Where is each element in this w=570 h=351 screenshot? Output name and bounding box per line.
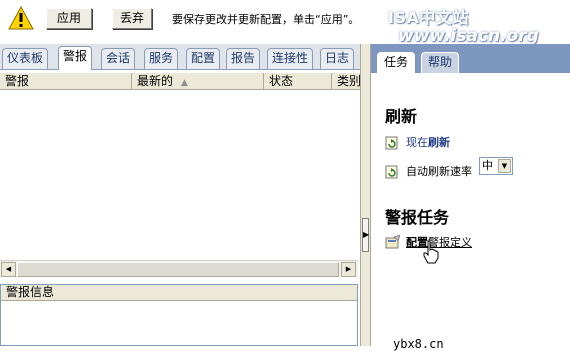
auto-refresh-rate-value: 中 xyxy=(482,159,493,172)
column-alert[interactable]: 警报 xyxy=(0,73,132,90)
scroll-left-button[interactable]: ◀ xyxy=(1,262,16,277)
dropdown-arrow-icon: ▼ xyxy=(498,159,511,173)
scroll-right-button[interactable]: ▶ xyxy=(341,262,356,277)
column-status[interactable]: 状态 xyxy=(264,73,332,90)
column-category-label: 类别 xyxy=(337,74,360,88)
auto-refresh-task-icon xyxy=(385,165,398,179)
refresh-section-title: 刷新 xyxy=(385,107,418,126)
column-alert-label: 警报 xyxy=(5,74,30,88)
tab-alerts[interactable]: 警报 xyxy=(58,46,93,70)
alert-tasks-section-title: 警报任务 xyxy=(385,208,450,227)
refresh-now-bold-text: 刷新 xyxy=(428,136,450,149)
alert-info-title: 警报信息 xyxy=(1,285,357,301)
alerts-column-header: 警报 最新的 ▲ 状态 类别 xyxy=(0,73,360,90)
tab-services[interactable]: 服务 xyxy=(144,48,179,69)
tab-logging[interactable]: 日志 xyxy=(320,48,355,69)
watermark-url: www.isacn.org xyxy=(398,26,539,46)
refresh-now-link[interactable]: 现在刷新 xyxy=(406,134,450,150)
configure-alerts-icon xyxy=(385,235,401,249)
tab-tasks[interactable]: 任务 xyxy=(377,52,416,73)
alerts-list[interactable] xyxy=(0,90,360,260)
apply-button[interactable]: 应用 xyxy=(46,8,92,29)
auto-refresh-rate-select[interactable]: 中 ▼ xyxy=(479,157,513,175)
tab-dashboard[interactable]: 仪表板 xyxy=(2,48,49,69)
taskpane-body: 刷新 现在刷新 自动刷新速率 中 ▼ 警报任务 配置警报定义 ybx8.cn xyxy=(371,73,570,351)
tab-reports[interactable]: 报告 xyxy=(226,48,261,69)
alerts-horizontal-scrollbar[interactable]: ◀ ▶ xyxy=(0,260,358,277)
tab-connectivity[interactable]: 连接性 xyxy=(267,48,314,69)
collapse-taskpane-button[interactable]: ▶ xyxy=(362,218,369,252)
tab-sessions[interactable]: 会话 xyxy=(101,48,136,69)
details-pane: 仪表板 警报 会话 服务 配置 报告 连接性 日志 警报 最新的 ▲ 状态 类别 … xyxy=(0,44,360,346)
alert-info-panel: 警报信息 xyxy=(0,284,358,346)
discard-button[interactable]: 丢弃 xyxy=(112,8,152,29)
column-latest[interactable]: 最新的 ▲ xyxy=(132,73,264,90)
apply-message: 要保存更改并更新配置，单击“应用”。 xyxy=(172,13,360,26)
collapse-arrow-icon: ▶ xyxy=(363,230,370,239)
auto-refresh-label: 自动刷新速率 xyxy=(406,165,472,178)
pane-splitter[interactable]: ▶ xyxy=(360,44,371,346)
warning-icon xyxy=(8,6,34,30)
column-category[interactable]: 类别 xyxy=(332,73,360,90)
sort-ascending-icon: ▲ xyxy=(181,78,188,88)
column-latest-label: 最新的 xyxy=(137,74,174,88)
taskpane-tabstrip: 任务 帮助 xyxy=(371,44,570,73)
column-status-label: 状态 xyxy=(269,74,294,88)
main-tabstrip: 仪表板 警报 会话 服务 配置 报告 连接性 日志 xyxy=(0,44,360,70)
tab-configuration[interactable]: 配置 xyxy=(186,48,221,69)
refresh-task-icon xyxy=(385,136,398,150)
task-pane: 任务 帮助 刷新 现在刷新 自动刷新速率 中 ▼ 警报任务 配置警报定义 ybx… xyxy=(371,44,570,351)
apply-changes-bar: 应用 丢弃 要保存更改并更新配置，单击“应用”。 ISA中文站 www.isac… xyxy=(0,0,570,46)
hand-cursor-icon xyxy=(423,240,439,264)
watermark-title: ISA中文站 xyxy=(388,8,469,27)
scrollbar-thumb[interactable] xyxy=(17,262,339,277)
refresh-now-prefix: 现在 xyxy=(406,136,428,149)
watermark-bottom: ybx8.cn xyxy=(393,337,444,351)
tab-help[interactable]: 帮助 xyxy=(421,52,460,73)
